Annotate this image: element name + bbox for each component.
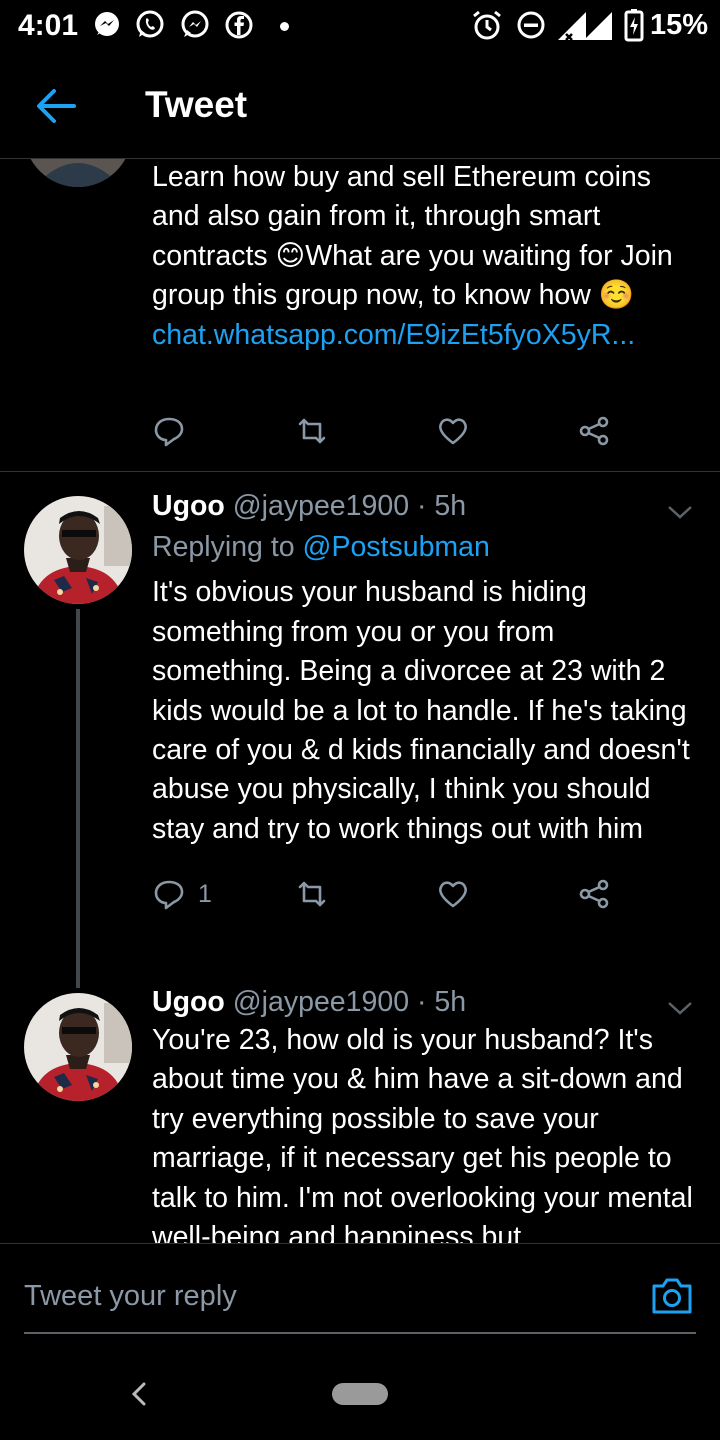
reply-button[interactable]: 1 — [152, 874, 212, 914]
share-icon — [579, 879, 609, 909]
facebook-icon — [225, 11, 253, 39]
back-arrow-icon[interactable] — [34, 86, 78, 126]
replying-user-link[interactable]: @Postsubman — [303, 531, 490, 563]
retweet-icon — [298, 418, 326, 444]
reply-input[interactable]: Tweet your reply — [24, 1280, 237, 1313]
reply-button[interactable] — [152, 411, 186, 451]
retweet-icon — [298, 881, 326, 907]
replying-to: Replying to @Postsubman — [152, 528, 697, 567]
author-handle[interactable]: @jaypee1900 — [233, 986, 409, 1018]
tweet-content: Learn how buy and sell Ethereum coins an… — [152, 159, 697, 355]
tweet-actions: 1 — [152, 874, 622, 914]
messenger-icon — [181, 10, 209, 38]
avatar[interactable] — [24, 993, 132, 1101]
nav-home-pill[interactable] — [332, 1383, 388, 1405]
alarm-icon — [473, 10, 501, 40]
heart-icon — [439, 881, 467, 908]
avatar-image — [24, 496, 132, 604]
author-name[interactable]: Ugoo — [152, 490, 225, 522]
reply-icon — [154, 417, 184, 447]
like-button[interactable] — [436, 411, 470, 451]
reply-count: 1 — [198, 879, 212, 908]
tweet-author-row: Ugoo @jaypee1900 · 5h — [152, 488, 697, 524]
svg-text:3G: 3G — [590, 12, 605, 24]
thread-connector — [76, 609, 80, 988]
tweet-time: · 5h — [416, 986, 467, 1018]
tweet-item[interactable]: Learn how buy and sell Ethereum coins an… — [0, 159, 720, 471]
tweet-author-row: Ugoo @jaypee1900 · 5h — [152, 984, 697, 1020]
whatsapp-icon — [136, 10, 164, 38]
tweet-header: Tweet — [0, 52, 720, 159]
tweet-link[interactable]: chat.whatsapp.com/E9izEt5fyoX5yR... — [152, 316, 697, 355]
author-name[interactable]: Ugoo — [152, 986, 225, 1018]
like-button[interactable] — [436, 874, 470, 914]
share-button[interactable] — [577, 411, 611, 451]
tweet-item[interactable]: Ugoo @jaypee1900 · 5h Replying to @Posts… — [0, 472, 720, 988]
avatar-image — [24, 159, 132, 187]
tweet-text: It's obvious your husband is hiding some… — [152, 576, 698, 845]
messenger-icon — [95, 12, 119, 36]
nav-back-icon[interactable] — [128, 1379, 150, 1409]
tweet-text: Learn how buy and sell Ethereum coins an… — [152, 161, 681, 312]
battery-percent: 15% — [650, 9, 709, 41]
avatar[interactable] — [24, 159, 132, 187]
share-button[interactable] — [577, 874, 611, 914]
replying-label: Replying to — [152, 531, 295, 563]
avatar-image — [24, 993, 132, 1101]
tweet-content: Ugoo @jaypee1900 · 5h Replying to @Posts… — [152, 488, 697, 849]
share-icon — [579, 416, 609, 446]
signal-icon: 3G — [558, 12, 612, 41]
status-bar: 4:01 3G 15% — [0, 0, 720, 52]
system-nav-bar — [0, 1353, 720, 1440]
tweet-thread[interactable]: Learn how buy and sell Ethereum coins an… — [0, 159, 720, 1243]
tweet-content: Ugoo @jaypee1900 · 5h You're 23, how old… — [152, 984, 697, 1243]
page-title: Tweet — [145, 84, 248, 125]
author-handle[interactable]: @jaypee1900 — [233, 490, 409, 522]
retweet-button[interactable] — [295, 874, 329, 914]
tweet-item[interactable]: Ugoo @jaypee1900 · 5h You're 23, how old… — [0, 986, 720, 1243]
retweet-button[interactable] — [295, 411, 329, 451]
more-notifications-dot — [280, 22, 289, 31]
battery-icon — [624, 9, 644, 42]
composer-underline — [24, 1332, 696, 1334]
status-time: 4:01 — [18, 9, 79, 42]
tweet-time: · 5h — [416, 490, 467, 522]
reply-icon — [154, 880, 184, 910]
do-not-disturb-icon — [517, 11, 545, 39]
reply-composer: Tweet your reply — [0, 1243, 720, 1354]
tweet-text: You're 23, how old is your husband? It's… — [152, 1024, 701, 1243]
heart-icon — [439, 418, 467, 445]
tweet-actions — [152, 411, 622, 451]
avatar[interactable] — [24, 496, 132, 604]
camera-icon[interactable] — [650, 1276, 694, 1316]
